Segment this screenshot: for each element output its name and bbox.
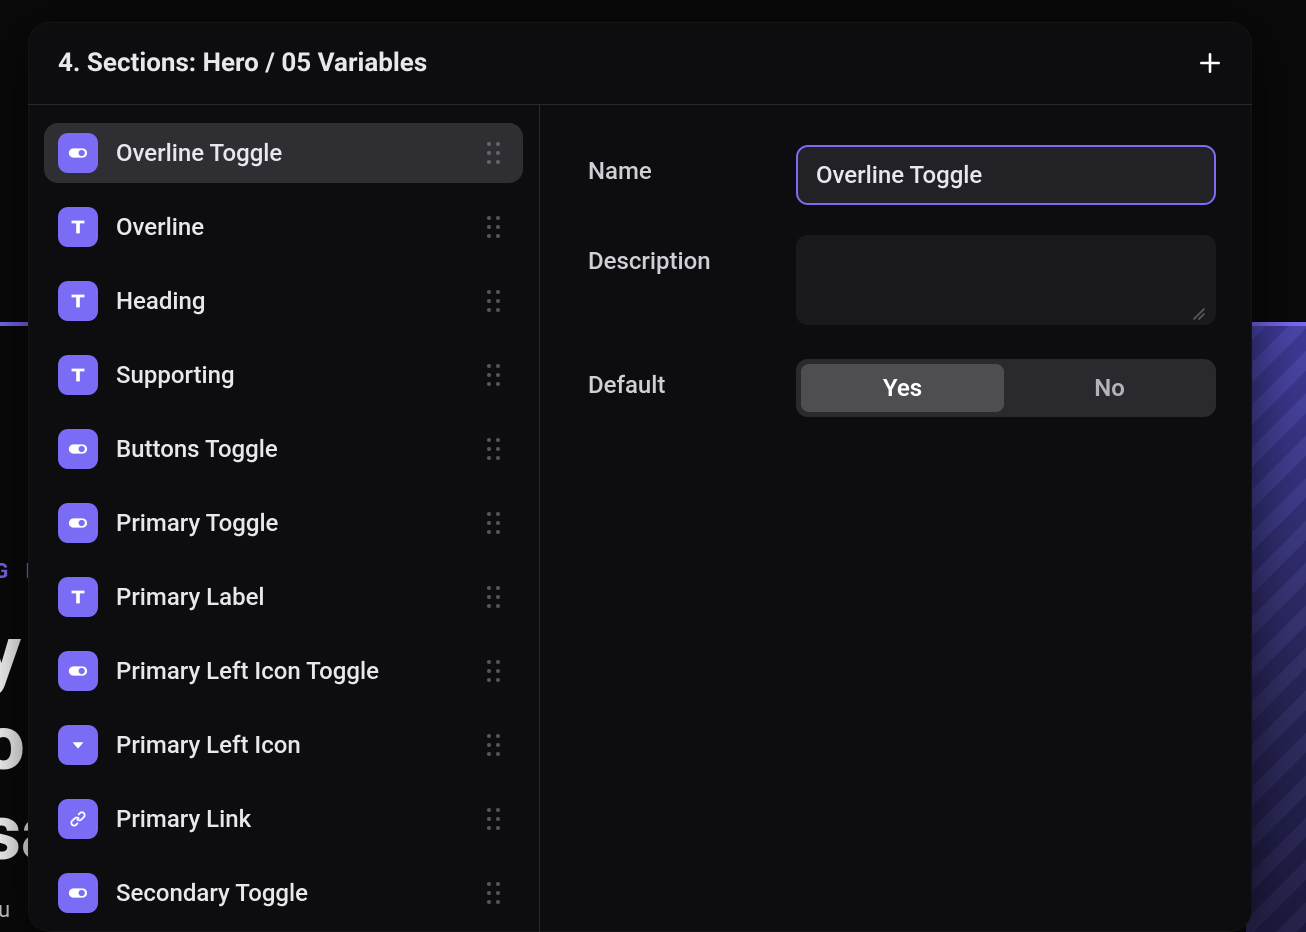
default-row: Default Yes No [588,359,1216,417]
description-row: Description [588,235,1216,329]
text-icon [58,281,98,321]
panel-title: 4. Sections: Hero / 05 Variables [58,48,427,78]
drag-handle-icon[interactable] [487,660,509,682]
drag-handle-icon[interactable] [487,808,509,830]
drag-handle-icon[interactable] [487,438,509,460]
variable-label: Secondary Toggle [116,879,469,907]
background-heading-frag-2: o [0,700,25,787]
toggle-icon [58,651,98,691]
background-heading-frag-1: y [0,610,21,697]
drag-handle-icon[interactable] [487,734,509,756]
panel-body: Overline Toggle Overline Heading Supporting… [28,105,1252,932]
default-segmented-control: Yes No [796,359,1216,417]
variable-row[interactable]: Supporting [44,345,523,405]
variable-row[interactable]: Primary Link [44,789,523,849]
variable-label: Heading [116,287,469,315]
link-icon [58,799,98,839]
variable-row[interactable]: Buttons Toggle [44,419,523,479]
default-no-button[interactable]: No [1008,364,1211,412]
drag-handle-icon[interactable] [487,142,509,164]
variable-label: Overline [116,213,469,241]
default-yes-button[interactable]: Yes [801,364,1004,412]
name-input[interactable] [796,145,1216,205]
drag-handle-icon[interactable] [487,512,509,534]
name-label: Name [588,145,768,185]
variable-label: Primary Label [116,583,469,611]
drag-handle-icon[interactable] [487,882,509,904]
plus-icon [1197,50,1223,76]
variable-detail-pane: Name Description Default Yes [540,105,1252,932]
drag-handle-icon[interactable] [487,290,509,312]
drag-handle-icon[interactable] [487,216,509,238]
variable-label: Supporting [116,361,469,389]
toggle-icon [58,873,98,913]
name-row: Name [588,145,1216,205]
description-input[interactable] [796,235,1216,325]
variable-label: Primary Toggle [116,509,469,537]
variable-row[interactable]: Primary Left Icon [44,715,523,775]
variable-row[interactable]: Secondary Toggle [44,863,523,923]
variables-list: Overline Toggle Overline Heading Supporting… [28,105,540,932]
variable-label: Overline Toggle [116,139,469,167]
panel-header: 4. Sections: Hero / 05 Variables [28,22,1252,105]
drag-handle-icon[interactable] [487,586,509,608]
drag-handle-icon[interactable] [487,364,509,386]
toggle-icon [58,133,98,173]
background-right-stripes [1246,326,1306,932]
variable-row[interactable]: Primary Toggle [44,493,523,553]
variable-row[interactable]: Overline Toggle [44,123,523,183]
text-icon [58,355,98,395]
default-label: Default [588,359,768,399]
background-sub-frag: u [0,898,10,923]
add-variable-button[interactable] [1196,49,1224,77]
toggle-icon [58,429,98,469]
variable-row[interactable]: Overline [44,197,523,257]
variable-label: Primary Left Icon Toggle [116,657,469,685]
variable-row[interactable]: Primary Left Icon Toggle [44,641,523,701]
variables-panel: 4. Sections: Hero / 05 Variables Overlin… [28,22,1252,932]
description-label: Description [588,235,768,275]
resize-handle-icon[interactable] [1190,305,1206,321]
text-icon [58,577,98,617]
variable-label: Primary Link [116,805,469,833]
variable-label: Buttons Toggle [116,435,469,463]
text-icon [58,207,98,247]
variable-row[interactable]: Heading [44,271,523,331]
toggle-icon [58,503,98,543]
dropdown-icon [58,725,98,765]
variable-row[interactable]: Primary Label [44,567,523,627]
variable-label: Primary Left Icon [116,731,469,759]
